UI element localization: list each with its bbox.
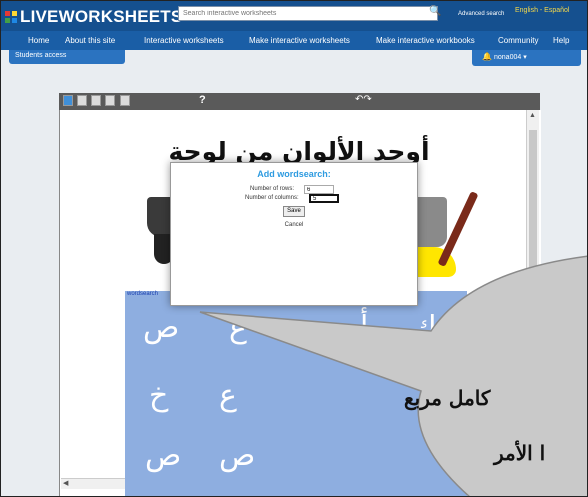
screen-frame: LIVEWORKSHEETS 🔍 Advanced search English… — [0, 0, 588, 497]
bubble-text-line1: كامل مربع — [404, 386, 491, 410]
bubble-text-line2: ا الأمر — [494, 441, 546, 465]
speech-bubble — [199, 255, 587, 496]
